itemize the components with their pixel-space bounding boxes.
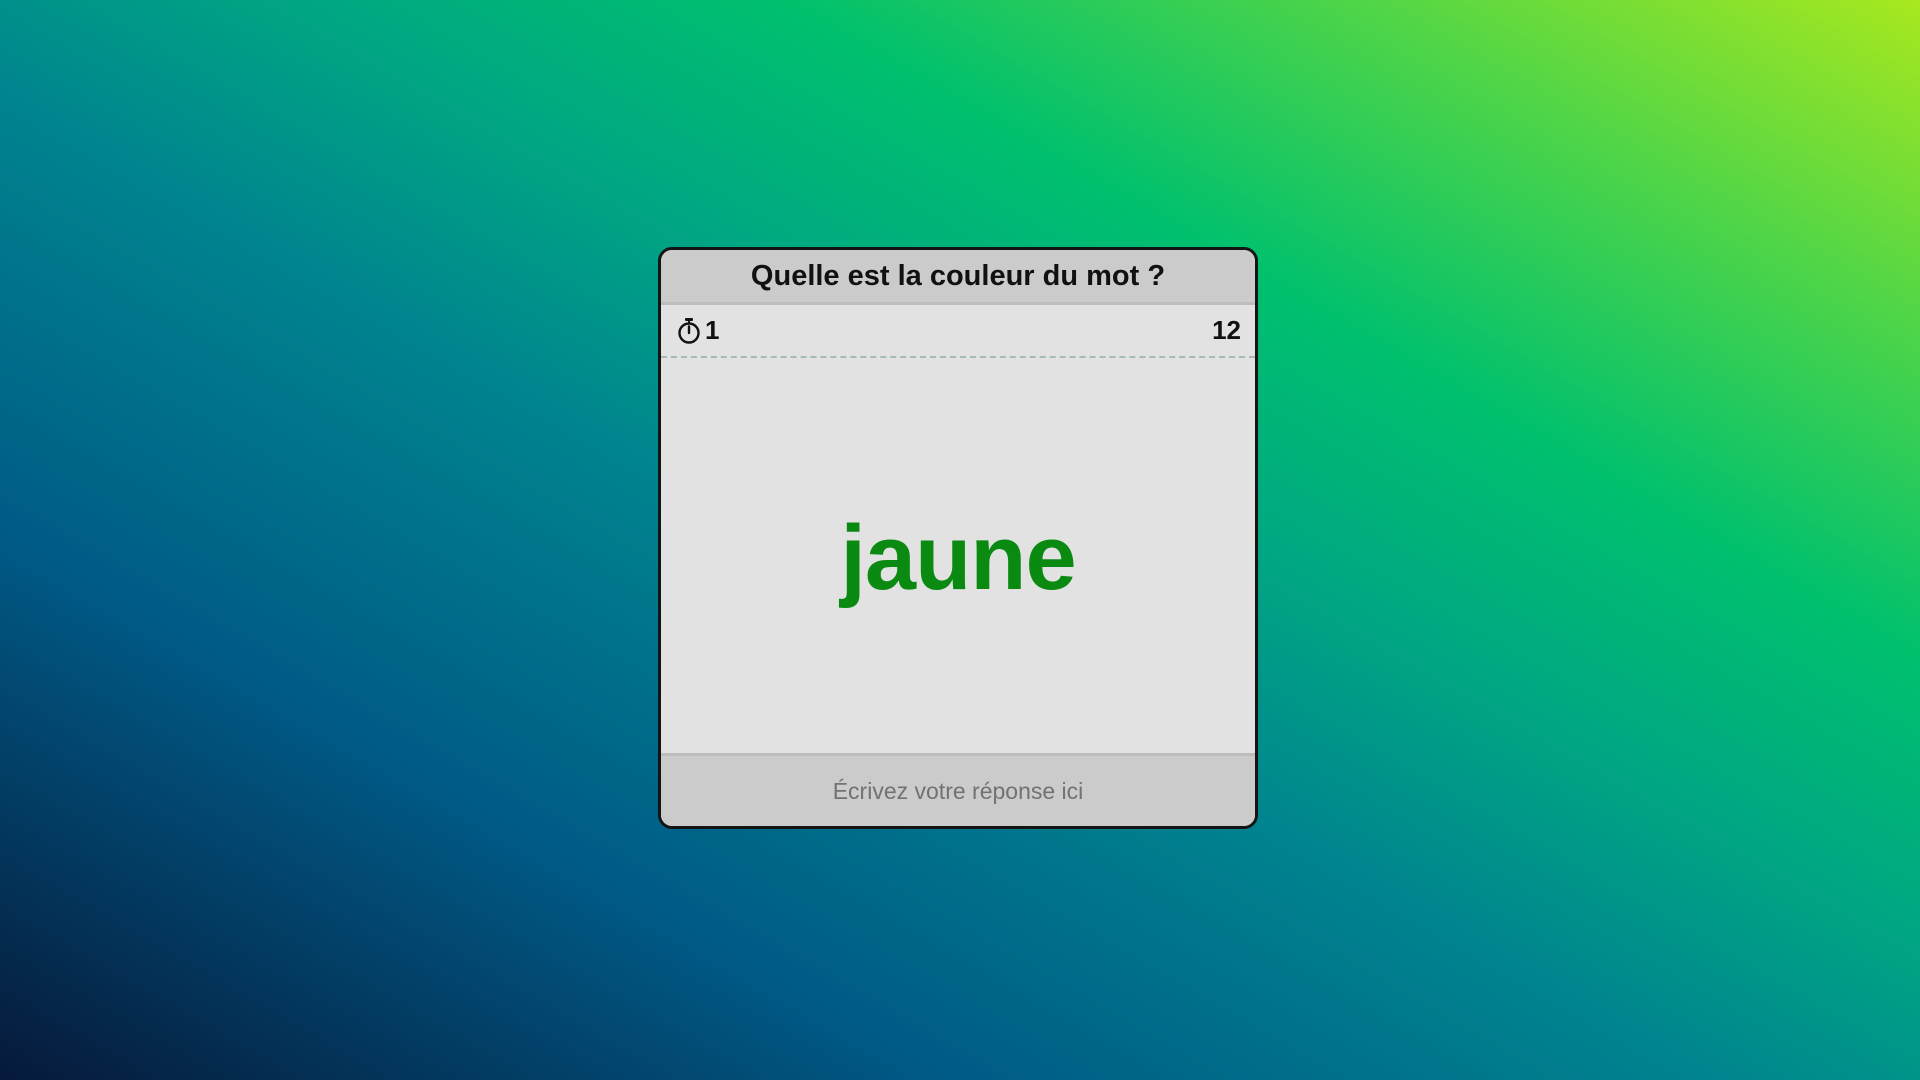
- answer-input[interactable]: [661, 755, 1255, 826]
- timer: 1: [677, 315, 719, 346]
- game-card: Quelle est la couleur du mot ? 1 12 jaun…: [658, 247, 1258, 829]
- color-word: jaune: [840, 507, 1076, 609]
- word-display-area: jaune: [661, 358, 1255, 753]
- stopwatch-icon: [677, 317, 701, 345]
- answer-area[interactable]: [661, 753, 1255, 826]
- status-bar: 1 12: [661, 305, 1255, 358]
- question-title: Quelle est la couleur du mot ?: [750, 259, 1166, 292]
- question-header: Quelle est la couleur du mot ?: [661, 250, 1255, 305]
- score-value: 12: [1212, 315, 1241, 345]
- timer-value: 1: [705, 315, 720, 345]
